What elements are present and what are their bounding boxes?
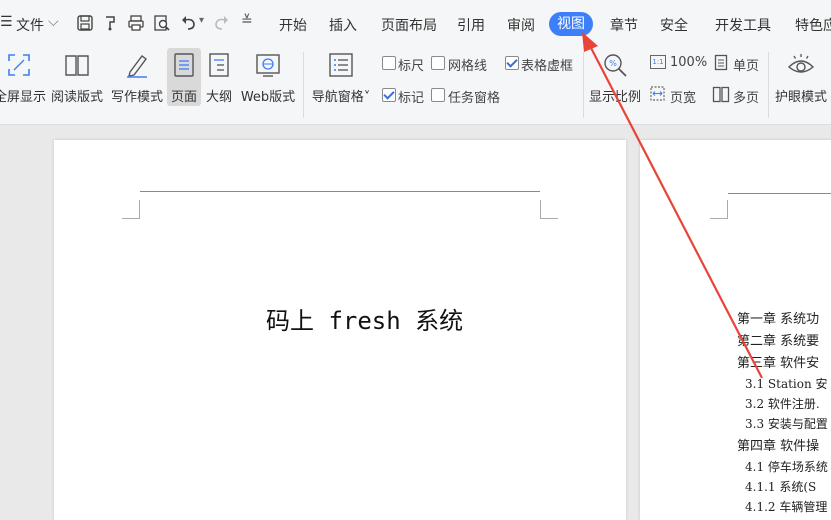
zoom-button[interactable]: % 显示比例 xyxy=(588,52,642,105)
toc-item[interactable]: 3.3 安装与配置 xyxy=(745,415,828,432)
tab-view[interactable]: 视图 xyxy=(549,12,593,36)
margin-mark-right xyxy=(540,200,558,219)
read-mode-button[interactable]: 阅读版式 xyxy=(50,52,104,105)
gridlines-checkbox[interactable] xyxy=(431,56,445,70)
page-width-label[interactable]: 页宽 xyxy=(670,87,696,106)
page-view-button[interactable]: 页面 xyxy=(167,52,201,105)
document-title: 码上 fresh 系统 xyxy=(266,307,464,335)
tab-review[interactable]: 审阅 xyxy=(507,15,535,35)
markup-checkbox[interactable] xyxy=(382,88,396,102)
save-icon[interactable] xyxy=(76,14,94,32)
multi-page-icon[interactable] xyxy=(712,86,730,103)
toc-item[interactable]: 第三章 软件安 xyxy=(737,352,819,371)
undo-icon[interactable] xyxy=(180,14,198,32)
single-page-icon[interactable] xyxy=(714,54,728,71)
svg-text:%: % xyxy=(609,59,617,68)
markup-label: 标记 xyxy=(398,91,425,106)
fullscreen-button[interactable]: 全屏显示 xyxy=(0,52,47,105)
redo-icon[interactable] xyxy=(212,14,230,32)
single-page-label[interactable]: 单页 xyxy=(733,55,759,74)
toc-item[interactable]: 3.2 软件注册. xyxy=(745,395,820,412)
file-menu-label[interactable]: 文件 xyxy=(16,15,44,35)
margin-mark-left xyxy=(710,200,728,219)
separator xyxy=(303,52,304,118)
tab-security[interactable]: 安全 xyxy=(660,15,688,35)
nav-pane-icon xyxy=(329,53,353,77)
read-mode-label: 阅读版式 xyxy=(50,90,103,105)
separator xyxy=(768,52,769,118)
fullscreen-icon xyxy=(8,54,30,76)
page-width-icon[interactable] xyxy=(649,85,666,102)
gridlines-label: 网格线 xyxy=(448,59,488,74)
print-icon[interactable] xyxy=(127,14,145,32)
undo-dropdown-icon[interactable]: ▾ xyxy=(199,15,204,26)
book-icon xyxy=(65,55,89,76)
zoom-100-icon[interactable]: 1:1 xyxy=(650,55,666,69)
web-layout-button[interactable]: Web版式 xyxy=(239,52,297,105)
task-pane-checkbox[interactable] xyxy=(431,88,445,102)
web-icon xyxy=(256,54,280,77)
customize-quick-access-icon[interactable]: ≚ xyxy=(241,13,253,29)
page-view-label: 页面 xyxy=(170,90,197,105)
outline-icon xyxy=(209,53,229,77)
page-icon xyxy=(174,53,194,77)
ruler-label: 标尺 xyxy=(398,59,425,74)
task-pane-label: 任务窗格 xyxy=(448,91,501,106)
ruler-checkbox[interactable] xyxy=(382,56,396,70)
tab-insert[interactable]: 插入 xyxy=(329,15,357,35)
tab-features[interactable]: 特色应 xyxy=(795,15,831,35)
zoom-100-label[interactable]: 100% xyxy=(670,55,707,70)
tab-developer[interactable]: 开发工具 xyxy=(715,15,771,35)
toc-item[interactable]: 第一章 系统功 xyxy=(737,308,819,327)
hamburger-icon[interactable]: ☰ xyxy=(0,14,13,30)
web-layout-label: Web版式 xyxy=(240,90,296,105)
margin-mark-left xyxy=(122,200,140,219)
toc-item[interactable]: 3.1 Station 安 xyxy=(745,375,828,392)
header-line xyxy=(728,193,831,194)
tab-references[interactable]: 引用 xyxy=(457,15,485,35)
write-mode-label: 写作模式 xyxy=(110,90,163,105)
header-line xyxy=(140,191,540,192)
tab-page-layout[interactable]: 页面布局 xyxy=(381,15,437,35)
toc-item[interactable]: 4.1 停车场系统 xyxy=(745,458,828,475)
eye-protect-button[interactable]: 护眼模式 xyxy=(773,52,829,105)
table-gridlines-checkbox[interactable] xyxy=(505,56,519,70)
format-painter-icon[interactable] xyxy=(102,14,120,32)
tab-home[interactable]: 开始 xyxy=(279,15,307,35)
title-menu-bar: ☰ 文件 ⌵ ▾ ≚ 开始 插入 页面布局 引用 审阅 视图 章节 安全 开发工… xyxy=(0,0,831,47)
tab-chapter[interactable]: 章节 xyxy=(610,15,638,35)
outline-label: 大纲 xyxy=(205,90,232,105)
write-mode-button[interactable]: 写作模式 xyxy=(110,52,164,105)
zoom-label: 显示比例 xyxy=(588,90,641,105)
toc-item[interactable]: 第四章 软件操 xyxy=(737,435,819,454)
print-preview-icon[interactable] xyxy=(153,14,171,32)
nav-pane-label: 导航窗格˅ xyxy=(311,90,371,105)
outline-button[interactable]: 大纲 xyxy=(204,52,234,105)
eye-protect-label: 护眼模式 xyxy=(774,90,827,105)
table-gridlines-label: 表格虚框 xyxy=(521,59,574,74)
multi-page-label[interactable]: 多页 xyxy=(733,87,759,106)
zoom-icon: % xyxy=(604,54,627,77)
separator xyxy=(583,52,584,118)
chevron-down-icon[interactable]: ⌵ xyxy=(48,14,59,30)
eye-icon xyxy=(787,54,815,73)
document-page-2[interactable]: 第一章 系统功 第二章 系统要 第三章 软件安 3.1 Station 安 3.… xyxy=(640,140,831,520)
nav-pane-button[interactable]: 导航窗格˅ xyxy=(310,52,372,105)
toc-item[interactable]: 第二章 系统要 xyxy=(737,330,819,349)
toc-item[interactable]: 4.1.2 车辆管理 xyxy=(745,498,827,515)
document-page-1[interactable]: 码上 fresh 系统 xyxy=(54,140,626,520)
pen-icon xyxy=(127,55,147,78)
fullscreen-label: 全屏显示 xyxy=(0,90,47,105)
toc-item[interactable]: 4.1.1 系统(S xyxy=(745,478,816,495)
